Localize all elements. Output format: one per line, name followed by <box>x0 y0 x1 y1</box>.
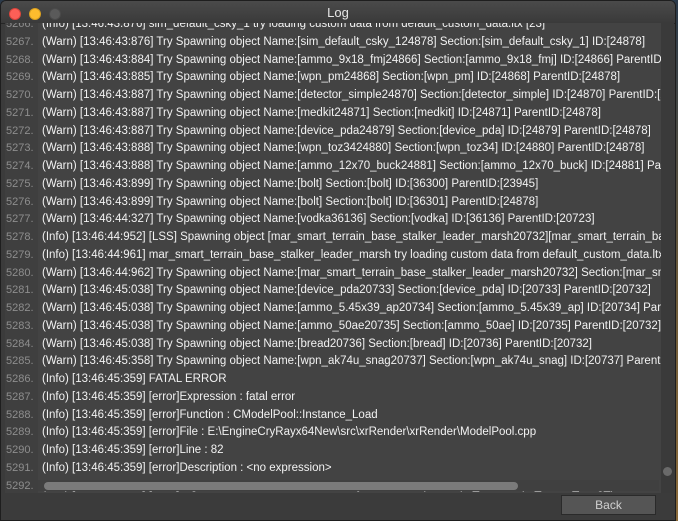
log-text: (Warn) [13:46:43:899] Try Spawning objec… <box>42 177 539 190</box>
log-lines: 5266. (Info) [13:46:43:876] sim_default_c… <box>5 23 661 493</box>
log-text: (Info) [13:46:45:359] [error]Line : 82 <box>42 444 224 456</box>
log-text: (Warn) [13:46:43:887] Try Spawning objec… <box>42 89 661 101</box>
log-text: (Warn) [13:46:43:899] Try Spawning objec… <box>42 195 539 208</box>
line-number: 5271. <box>6 106 34 119</box>
log-line: 5285. (Warn) [13:46:45:358] Try Spawning … <box>5 353 661 371</box>
line-number: 5268. <box>6 53 34 66</box>
log-line: 5284. (Warn) [13:46:45:038] Try Spawning … <box>5 336 661 354</box>
line-number: 5282. <box>6 302 34 314</box>
log-text: (Warn) [13:46:43:885] Try Spawning objec… <box>42 71 621 84</box>
line-number: 5289. <box>6 426 34 439</box>
line-number: 5283. <box>6 319 34 332</box>
log-line: 5268. (Warn) [13:46:43:884] Try Spawning … <box>5 52 661 70</box>
log-text: (Info) [13:46:45:359] FATAL ERROR <box>42 373 227 385</box>
log-line: 5276. (Warn) [13:46:43:899] Try Spawning … <box>5 194 661 212</box>
log-line: 5277. (Warn) [13:46:44:327] Try Spawning … <box>5 211 661 229</box>
log-line: 5288. (Info) [13:46:45:359] [error]Functi… <box>5 407 661 425</box>
line-number: 5275. <box>6 177 34 190</box>
log-text: (Warn) [13:46:43:887] Try Spawning objec… <box>42 124 651 137</box>
log-line: 5286. (Info) [13:46:45:359] FATAL ERROR <box>5 371 661 389</box>
line-number: 5286. <box>6 373 34 385</box>
line-number: 5284. <box>6 337 34 350</box>
log-line: 5291. (Info) [13:46:45:359] [error]Descri… <box>5 460 661 478</box>
vertical-scrollbar[interactable] <box>661 23 674 493</box>
log-line: 5289. (Info) [13:46:45:359] [error]File :… <box>5 424 661 442</box>
log-text: (Warn) [13:46:43:884] Try Spawning objec… <box>42 53 661 66</box>
line-number: 5272. <box>6 124 34 137</box>
log-line: 5272. (Warn) [13:46:43:887] Try Spawning … <box>5 123 661 141</box>
log-line: 5270. (Warn) [13:46:43:887] Try Spawning … <box>5 87 661 105</box>
log-line: 5273. (Warn) [13:46:43:888] Try Spawning … <box>5 140 661 158</box>
log-text: (Info) [13:46:44:961] mar_smart_terrain_… <box>42 248 661 261</box>
log-line: 5282. (Warn) [13:46:45:038] Try Spawning … <box>5 300 661 318</box>
line-number: 5288. <box>6 408 34 421</box>
log-line: 5278. (Info) [13:46:44:952] [LSS] Spawnin… <box>5 229 661 247</box>
log-text: (Warn) [13:46:44:327] Try Spawning objec… <box>42 213 595 226</box>
log-line: 5280. (Warn) [13:46:44:962] Try Spawning … <box>5 265 661 283</box>
log-line: 5274. (Warn) [13:46:43:888] Try Spawning … <box>5 158 661 176</box>
line-number: 5276. <box>6 195 34 208</box>
log-text: (Warn) [13:46:45:038] Try Spawning objec… <box>42 337 592 350</box>
log-text: (Warn) [13:46:45:038] Try Spawning objec… <box>42 284 651 297</box>
log-text: (Warn) [13:46:43:887] Try Spawning objec… <box>42 106 601 119</box>
horizontal-scroll-thumb[interactable] <box>44 482 518 490</box>
log-text: (Warn) [13:46:43:888] Try Spawning objec… <box>42 142 645 155</box>
line-number: 5287. <box>6 390 34 403</box>
log-line: 5275. (Warn) [13:46:43:899] Try Spawning … <box>5 176 661 194</box>
line-number: 5269. <box>6 71 34 84</box>
line-number: 5292. <box>6 479 34 492</box>
line-number: 5280. <box>6 266 34 279</box>
log-text: (Info) [13:46:45:359] [error]Expression … <box>42 390 296 403</box>
log-text: (Warn) [13:46:45:038] Try Spawning objec… <box>42 302 661 314</box>
log-line: 5287. (Info) [13:46:45:359] [error]Expres… <box>5 389 661 407</box>
log-line: 5269. (Warn) [13:46:43:885] Try Spawning … <box>5 69 661 87</box>
titlebar: Log <box>1 1 675 24</box>
line-number: 5267. <box>6 35 34 48</box>
log-text: (Warn) [13:46:45:358] Try Spawning objec… <box>42 355 661 368</box>
log-view[interactable]: 5266. (Info) [13:46:43:876] sim_default_c… <box>5 23 674 493</box>
log-line: 5283. (Warn) [13:46:45:038] Try Spawning … <box>5 318 661 336</box>
log-text: (Warn) [13:46:43:876] Try Spawning objec… <box>42 35 646 48</box>
line-number: 5270. <box>6 89 34 101</box>
log-text: (Info) [13:46:44:952] [LSS] Spawning obj… <box>42 231 661 243</box>
line-number: 5281. <box>6 284 34 297</box>
log-window: Log 5266. (Info) [13:46:43:876] sim_defau… <box>0 0 676 521</box>
back-button[interactable]: Back <box>561 495 656 515</box>
line-number: 5279. <box>6 248 34 261</box>
log-line: 5281. (Warn) [13:46:45:038] Try Spawning … <box>5 282 661 300</box>
footer-bar: Back <box>1 493 675 520</box>
line-number: 5278. <box>6 231 34 243</box>
line-number: 5285. <box>6 355 34 368</box>
log-line: 5267. (Warn) [13:46:43:876] Try Spawning … <box>5 34 661 52</box>
line-number: 5273. <box>6 142 34 155</box>
line-number: 5290. <box>6 444 34 456</box>
line-number: 5274. <box>6 160 34 172</box>
horizontal-scrollbar[interactable] <box>38 480 659 491</box>
log-text: (Info) [13:46:45:359] [error]Description… <box>42 461 332 474</box>
log-line: 5266. (Info) [13:46:43:876] sim_default_c… <box>5 23 661 34</box>
log-text: (Warn) [13:46:45:038] Try Spawning objec… <box>42 319 661 332</box>
vertical-scroll-thumb[interactable] <box>663 467 672 476</box>
log-line: 5290. (Info) [13:46:45:359] [error]Line :… <box>5 442 661 460</box>
line-number: 5266. <box>6 23 34 30</box>
line-number: 5291. <box>6 461 34 474</box>
log-text: (Warn) [13:46:44:962] Try Spawning objec… <box>42 266 661 279</box>
window-title: Log <box>327 5 349 20</box>
log-text: (Warn) [13:46:43:888] Try Spawning objec… <box>42 160 661 172</box>
log-line: 5279. (Info) [13:46:44:961] mar_smart_ter… <box>5 247 661 265</box>
log-line: 5271. (Warn) [13:46:43:887] Try Spawning … <box>5 105 661 123</box>
log-text: (Info) [13:46:45:359] [error]Function : … <box>42 408 378 421</box>
log-text: (Info) [13:46:43:876] sim_default_csky_1… <box>42 23 546 30</box>
line-number: 5277. <box>6 213 34 226</box>
log-text: (Info) [13:46:45:359] [error]File : E:\E… <box>42 426 537 439</box>
